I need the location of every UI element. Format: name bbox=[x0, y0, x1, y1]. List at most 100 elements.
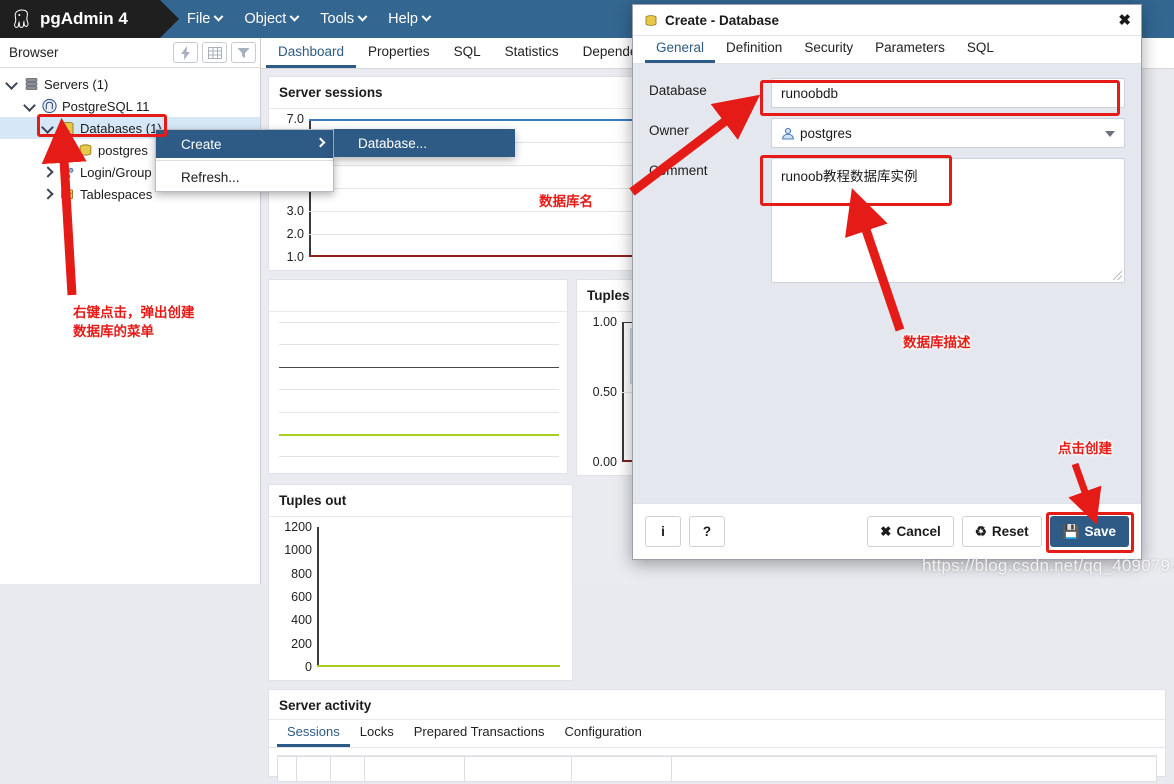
menu-file-label: File bbox=[187, 11, 211, 27]
field-row-comment: Comment runoob教程数据库实例 bbox=[649, 158, 1125, 283]
activity-tab-sessions[interactable]: Sessions bbox=[277, 721, 350, 747]
filter-icon[interactable] bbox=[231, 42, 256, 63]
chart-y-tick: 3.0 bbox=[286, 203, 304, 218]
chart-y-axis bbox=[317, 527, 319, 667]
postgres-elephant-icon bbox=[14, 8, 29, 28]
chevron-right-icon[interactable] bbox=[41, 165, 55, 179]
close-icon[interactable]: ✖ bbox=[1118, 11, 1131, 29]
context-submenu-item-database[interactable]: Database... bbox=[334, 129, 515, 157]
context-menu: Create Refresh... bbox=[155, 129, 334, 192]
annotation-label-right-click: 右键点击，弹出创建 数据库的菜单 bbox=[73, 305, 195, 339]
chevron-down-icon bbox=[289, 11, 300, 22]
annotation-label-click-create: 点击创建 bbox=[1058, 441, 1112, 456]
user-icon bbox=[782, 127, 794, 139]
chart-y-tick: 200 bbox=[291, 636, 312, 651]
lightning-bolt-glyph bbox=[180, 45, 190, 60]
tab-statistics[interactable]: Statistics bbox=[493, 39, 571, 68]
tree-node-servers[interactable]: Servers (1) bbox=[0, 73, 260, 95]
chevron-right-icon[interactable] bbox=[59, 143, 73, 157]
menu-divider bbox=[156, 160, 333, 161]
save-button[interactable]: 💾 Save bbox=[1049, 516, 1129, 547]
dialog-tabs: General Definition Security Parameters S… bbox=[633, 36, 1141, 64]
reset-button-label: Reset bbox=[991, 524, 1029, 539]
table-cell bbox=[296, 756, 331, 782]
dialog-body: Database runoobdb Owner postgres Comment bbox=[633, 64, 1141, 503]
tab-dashboard[interactable]: Dashboard bbox=[266, 39, 357, 68]
close-icon: ✖ bbox=[880, 523, 892, 539]
reset-button[interactable]: ♻ Reset bbox=[961, 516, 1042, 547]
dialog-tab-security[interactable]: Security bbox=[793, 37, 864, 63]
help-button[interactable]: ? bbox=[689, 516, 725, 547]
context-menu-item-label: Create bbox=[181, 136, 222, 152]
dialog-tab-parameters[interactable]: Parameters bbox=[864, 37, 956, 63]
card-tuples-out: Tuples out 1200 1000 800 600 400 200 0 bbox=[268, 484, 573, 681]
chart-y-tick: 0.50 bbox=[592, 385, 617, 399]
chart-y-tick: 1000 bbox=[284, 543, 312, 558]
server-activity-table bbox=[277, 755, 1157, 782]
dialog-footer: i ? ✖ Cancel ♻ Reset 💾 Save bbox=[633, 503, 1141, 559]
chevron-down-icon[interactable] bbox=[5, 77, 19, 91]
chevron-down-icon bbox=[1105, 131, 1115, 137]
tree-node-label: Servers (1) bbox=[44, 76, 109, 92]
card-title: Server activity bbox=[269, 690, 1165, 720]
context-submenu-item-label: Database... bbox=[358, 135, 428, 151]
menu-help[interactable]: Help bbox=[379, 6, 439, 32]
context-menu-item-create[interactable]: Create bbox=[156, 130, 333, 158]
tablespaces-icon bbox=[61, 189, 74, 199]
menu-file[interactable]: File bbox=[178, 6, 231, 32]
chart-y-tick: 2.0 bbox=[286, 226, 304, 241]
comment-field-label: Comment bbox=[649, 163, 708, 178]
table-cell bbox=[572, 756, 673, 782]
annotation-label-database-description: 数据库描述 bbox=[903, 335, 971, 350]
tree-node-label: Login/Group bbox=[80, 164, 152, 180]
database-name-input[interactable]: runoobdb bbox=[771, 78, 1125, 108]
table-cell bbox=[364, 756, 465, 782]
menu-bar: File Object Tools Help bbox=[178, 0, 439, 38]
tab-sql[interactable]: SQL bbox=[442, 39, 493, 68]
server-activity-tabs: Sessions Locks Prepared Transactions Con… bbox=[269, 720, 1165, 748]
chart-y-tick: 800 bbox=[291, 566, 312, 581]
chart-y-tick: 7.0 bbox=[286, 112, 304, 126]
cancel-button[interactable]: ✖ Cancel bbox=[867, 516, 954, 547]
menu-object[interactable]: Object bbox=[235, 6, 307, 32]
chevron-down-icon bbox=[421, 11, 432, 22]
tree-node-label: PostgreSQL 11 bbox=[62, 98, 150, 114]
field-row-owner: Owner postgres bbox=[649, 118, 1125, 148]
activity-tab-configuration[interactable]: Configuration bbox=[555, 721, 652, 747]
databases-icon bbox=[61, 121, 74, 136]
field-row-database: Database runoobdb bbox=[649, 78, 1125, 108]
dialog-title-label: Create - Database bbox=[665, 12, 780, 28]
chart-y-tick: 1.0 bbox=[286, 250, 304, 264]
table-cell bbox=[464, 756, 573, 782]
info-button[interactable]: i bbox=[645, 516, 681, 547]
chevron-right-icon bbox=[315, 137, 326, 148]
tree-node-label: Databases (1) bbox=[80, 120, 162, 136]
app-brand-label: pgAdmin 4 bbox=[40, 9, 128, 28]
dialog-tab-general[interactable]: General bbox=[645, 37, 716, 63]
view-data-icon[interactable] bbox=[202, 42, 227, 63]
chevron-right-icon[interactable] bbox=[41, 187, 55, 201]
activity-tab-locks[interactable]: Locks bbox=[350, 721, 404, 747]
chevron-down-icon[interactable] bbox=[23, 99, 37, 113]
owner-select[interactable]: postgres bbox=[771, 118, 1125, 148]
tree-node-postgresql-11[interactable]: PostgreSQL 11 bbox=[0, 95, 260, 117]
dialog-tab-sql[interactable]: SQL bbox=[956, 37, 1005, 63]
comment-textarea[interactable]: runoob教程数据库实例 bbox=[771, 158, 1125, 283]
menu-help-label: Help bbox=[388, 11, 418, 27]
login-group-roles-icon bbox=[60, 166, 74, 178]
context-menu-item-refresh[interactable]: Refresh... bbox=[156, 163, 333, 191]
query-tool-icon[interactable] bbox=[173, 42, 198, 63]
chart-y-tick: 400 bbox=[291, 613, 312, 628]
menu-object-label: Object bbox=[244, 11, 287, 27]
tab-properties[interactable]: Properties bbox=[356, 39, 442, 68]
table-cell bbox=[330, 756, 365, 782]
chart-y-tick: 1200 bbox=[284, 520, 312, 534]
create-database-dialog: Create - Database ✖ General Definition S… bbox=[632, 4, 1142, 560]
dialog-tab-definition[interactable]: Definition bbox=[715, 37, 793, 63]
activity-tab-prepared-transactions[interactable]: Prepared Transactions bbox=[404, 721, 555, 747]
save-button-label: Save bbox=[1084, 524, 1116, 539]
owner-select-value: postgres bbox=[800, 125, 852, 141]
menu-tools-label: Tools bbox=[320, 11, 355, 27]
chevron-down-icon[interactable] bbox=[41, 121, 55, 135]
menu-tools[interactable]: Tools bbox=[311, 6, 375, 32]
